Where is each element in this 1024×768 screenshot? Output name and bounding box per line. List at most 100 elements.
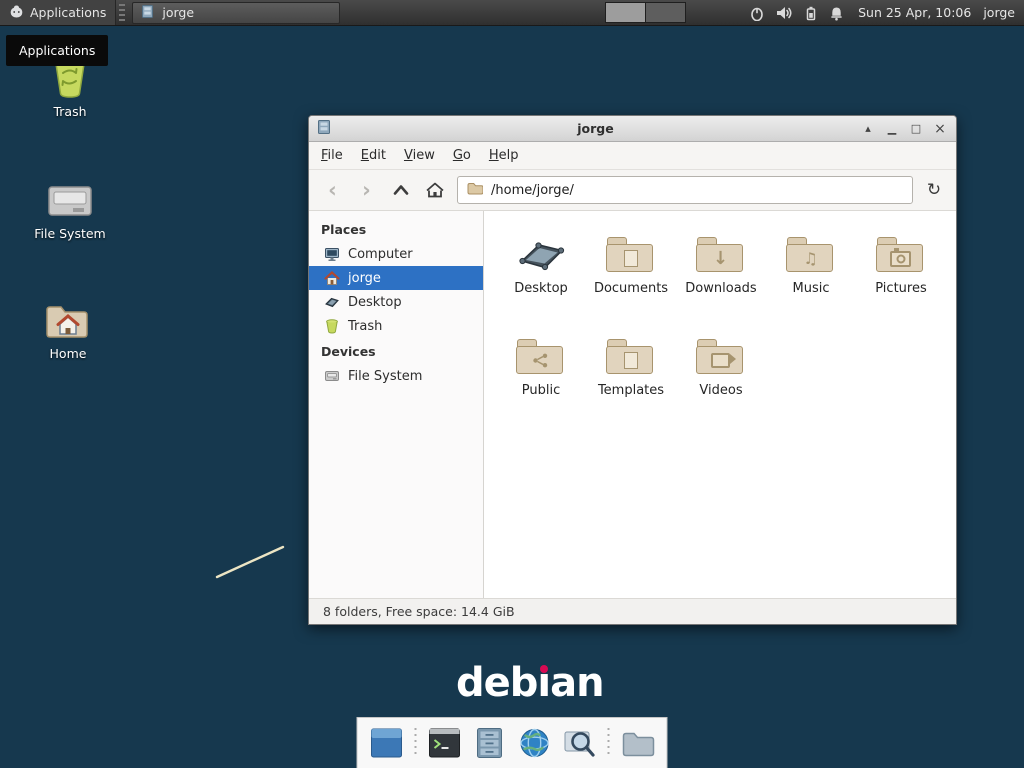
sidebar-header-places: Places	[309, 216, 483, 242]
workspace-switcher[interactable]	[605, 2, 686, 23]
sidebar-item-label: Desktop	[348, 295, 402, 310]
workspace-1[interactable]	[606, 3, 645, 22]
close-button[interactable]: ×	[931, 120, 949, 138]
forward-icon: ›	[362, 180, 371, 201]
clock[interactable]: Sun 25 Apr, 10:06	[858, 5, 971, 20]
up-button[interactable]	[385, 176, 416, 204]
folder-item-templates[interactable]: Templates	[586, 329, 676, 431]
menu-help[interactable]: Help	[480, 143, 528, 168]
location-bar[interactable]: /home/jorge/	[457, 176, 913, 204]
magnifier-icon	[563, 727, 597, 759]
window-title: jorge	[338, 121, 853, 136]
input-device-icon[interactable]	[750, 5, 764, 21]
dock-separator	[415, 728, 417, 758]
home-icon	[425, 181, 445, 199]
sidebar-item-trash[interactable]: Trash	[309, 314, 483, 338]
folder-icon	[621, 728, 655, 758]
top-panel: Applications jorge	[0, 0, 1024, 26]
folder-label: Videos	[699, 383, 742, 398]
videos-folder-icon	[696, 329, 746, 377]
desktop-slab-icon	[324, 294, 340, 310]
desktop-icon-label: Trash	[53, 104, 86, 119]
application-finder-launcher[interactable]	[560, 724, 600, 762]
folder-item-documents[interactable]: Documents	[586, 227, 676, 329]
drive-icon	[324, 368, 340, 384]
taskbar-window-label: jorge	[162, 5, 194, 20]
sidebar-item-label: jorge	[348, 271, 381, 286]
folder-item-public[interactable]: Public	[496, 329, 586, 431]
applications-menu-label: Applications	[30, 5, 106, 20]
toolbar: ‹ › /home/jorge/ ↻	[309, 170, 956, 211]
folder-icon	[467, 182, 483, 199]
folder-label: Public	[522, 383, 560, 398]
debian-logo-text: deb	[456, 660, 537, 706]
dock-separator	[608, 728, 610, 758]
window-body: Places Computer jorge	[309, 211, 956, 598]
directory-menu-button[interactable]	[618, 724, 658, 762]
folder-item-desktop[interactable]: Desktop	[496, 227, 586, 329]
shade-button[interactable]: ▴	[859, 120, 877, 138]
desktop-slab-icon	[515, 227, 567, 275]
pictures-folder-icon	[876, 227, 926, 275]
sidebar-header-devices: Devices	[309, 338, 483, 364]
trash-icon	[324, 318, 340, 334]
workspace-2[interactable]	[645, 3, 685, 22]
sidebar-item-label: Computer	[348, 247, 413, 262]
show-desktop-icon	[370, 727, 404, 759]
menu-edit[interactable]: Edit	[352, 143, 395, 168]
folder-item-music[interactable]: ♫ Music	[766, 227, 856, 329]
downloads-folder-icon: ↓	[696, 227, 746, 275]
panel-handle[interactable]	[119, 4, 125, 21]
forward-button[interactable]: ›	[351, 176, 382, 204]
window-icon[interactable]	[316, 119, 332, 139]
file-manager-icon	[140, 4, 155, 22]
documents-folder-icon	[606, 227, 656, 275]
up-arrow-icon	[392, 181, 410, 199]
music-folder-icon: ♫	[786, 227, 836, 275]
file-manager-launcher[interactable]	[470, 724, 510, 762]
home-icon	[324, 270, 340, 286]
globe-icon	[518, 727, 552, 759]
sidebar-item-jorge[interactable]: jorge	[309, 266, 483, 290]
debian-logo-text: an	[550, 660, 603, 706]
back-icon: ‹	[328, 180, 337, 201]
file-manager-window: jorge ▴ ▁ □ × File Edit View Go Help ‹ ›	[308, 115, 957, 625]
folder-item-videos[interactable]: Videos	[676, 329, 766, 431]
window-titlebar[interactable]: jorge ▴ ▁ □ ×	[309, 116, 956, 142]
folder-view[interactable]: Desktop Documents ↓ Downloads ♫	[484, 211, 956, 598]
templates-folder-icon	[606, 329, 656, 377]
maximize-button[interactable]: □	[907, 120, 925, 138]
home-button[interactable]	[419, 176, 450, 204]
desktop-icon-file-system[interactable]: File System	[25, 174, 115, 241]
folder-label: Desktop	[514, 281, 568, 296]
desktop-icon-home[interactable]: Home	[23, 294, 113, 361]
folder-label: Music	[793, 281, 830, 296]
folder-label: Downloads	[685, 281, 756, 296]
folder-item-pictures[interactable]: Pictures	[856, 227, 946, 329]
notifications-bell-icon[interactable]	[829, 5, 844, 21]
power-manager-icon[interactable]	[805, 5, 817, 21]
sidebar-item-file-system[interactable]: File System	[309, 364, 483, 388]
volume-icon[interactable]	[776, 5, 793, 21]
applications-menu-button[interactable]: Applications	[0, 0, 116, 25]
reload-button[interactable]: ↻	[920, 176, 948, 204]
back-button[interactable]: ‹	[317, 176, 348, 204]
web-browser-launcher[interactable]	[515, 724, 555, 762]
minimize-button[interactable]: ▁	[883, 120, 901, 138]
show-desktop-button[interactable]	[367, 724, 407, 762]
user-menu[interactable]: jorge	[983, 5, 1015, 20]
taskbar-window-button[interactable]: jorge	[132, 2, 340, 24]
folder-item-downloads[interactable]: ↓ Downloads	[676, 227, 766, 329]
desktop-scribble-line	[213, 543, 287, 581]
public-folder-icon	[516, 329, 566, 377]
sidebar-item-computer[interactable]: Computer	[309, 242, 483, 266]
xfce-menu-icon	[9, 4, 24, 22]
terminal-launcher[interactable]	[425, 724, 465, 762]
menu-file[interactable]: File	[312, 143, 352, 168]
home-folder-icon	[45, 294, 91, 340]
sidebar-item-desktop[interactable]: Desktop	[309, 290, 483, 314]
desktop-icon-label: File System	[34, 226, 106, 241]
desktop[interactable]: Applications jorge	[0, 0, 1024, 768]
menu-go[interactable]: Go	[444, 143, 480, 168]
menu-view[interactable]: View	[395, 143, 444, 168]
